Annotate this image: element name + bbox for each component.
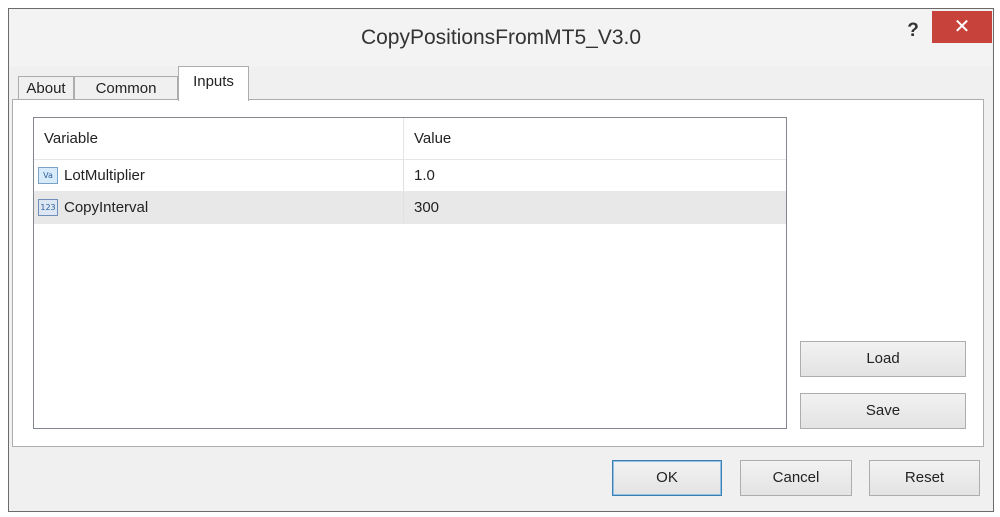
tab-inputs[interactable]: Inputs [178,66,249,101]
tab-common[interactable]: Common [74,76,178,100]
grid-header: Variable Value [34,118,786,160]
load-button[interactable]: Load [800,341,966,377]
column-header-value[interactable]: Value [404,118,786,159]
title-bar: CopyPositionsFromMT5_V3.0 ? ✕ [10,10,992,67]
grid-row-copyinterval[interactable]: 123 CopyInterval 300 [34,192,786,224]
variable-value[interactable]: 1.0 [404,160,786,191]
variable-value[interactable]: 300 [404,192,786,223]
close-icon[interactable]: ✕ [932,11,992,43]
variable-name: CopyInterval [34,192,404,223]
grid-row-lotmultiplier[interactable]: Va LotMultiplier 1.0 [34,160,786,192]
reset-button[interactable]: Reset [869,460,980,496]
save-button[interactable]: Save [800,393,966,429]
help-icon[interactable]: ? [896,18,930,44]
variable-name: LotMultiplier [34,160,404,191]
cancel-button[interactable]: Cancel [740,460,852,496]
column-header-variable[interactable]: Variable [34,118,404,159]
inputs-grid: Variable Value Va LotMultiplier 1.0 123 … [33,117,787,429]
window-title: CopyPositionsFromMT5_V3.0 [360,26,642,49]
ok-button[interactable]: OK [612,460,722,496]
tab-about[interactable]: About [18,76,74,100]
